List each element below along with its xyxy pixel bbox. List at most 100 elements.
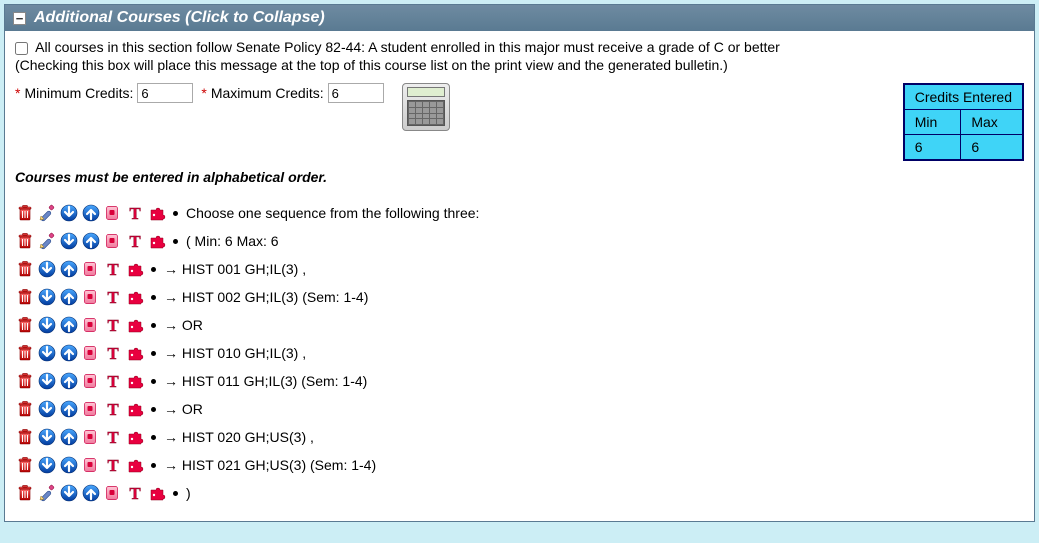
bullet-icon xyxy=(151,435,156,440)
copy-icon[interactable] xyxy=(81,287,101,307)
collapse-icon[interactable]: − xyxy=(13,12,26,25)
puzzle-icon[interactable] xyxy=(147,483,167,503)
row-text: → HIST 020 GH;US(3) , xyxy=(164,423,314,451)
arrow-down-icon[interactable] xyxy=(37,287,57,307)
arrow-up-icon[interactable] xyxy=(81,231,101,251)
puzzle-icon[interactable] xyxy=(147,231,167,251)
puzzle-icon[interactable] xyxy=(125,455,145,475)
trash-icon[interactable] xyxy=(15,203,35,223)
trash-icon[interactable] xyxy=(15,231,35,251)
text-t-icon[interactable] xyxy=(125,231,145,251)
arrow-down-icon[interactable] xyxy=(37,399,57,419)
min-credits-input[interactable] xyxy=(137,83,193,103)
row-text: → OR xyxy=(164,311,203,339)
pencil-icon[interactable] xyxy=(37,483,57,503)
puzzle-icon[interactable] xyxy=(125,371,145,391)
arrow-up-icon[interactable] xyxy=(59,287,79,307)
pencil-icon[interactable] xyxy=(37,203,57,223)
arrow-down-icon[interactable] xyxy=(59,231,79,251)
max-credits-input[interactable] xyxy=(328,83,384,103)
text-t-icon[interactable] xyxy=(125,203,145,223)
copy-icon[interactable] xyxy=(81,427,101,447)
text-t-icon[interactable] xyxy=(103,427,123,447)
arrow-up-icon[interactable] xyxy=(81,203,101,223)
course-row: → OR xyxy=(15,395,1024,423)
row-text: Choose one sequence from the following t… xyxy=(186,199,479,227)
panel-header[interactable]: − Additional Courses (Click to Collapse) xyxy=(5,5,1034,31)
copy-icon[interactable] xyxy=(103,231,123,251)
row-text: → HIST 001 GH;IL(3) , xyxy=(164,255,306,283)
calculator-icon[interactable] xyxy=(402,83,450,131)
course-rows: Choose one sequence from the following t… xyxy=(15,199,1024,507)
course-row: → HIST 011 GH;IL(3) (Sem: 1-4) xyxy=(15,367,1024,395)
arrow-up-icon[interactable] xyxy=(59,455,79,475)
bullet-icon xyxy=(173,491,178,496)
trash-icon[interactable] xyxy=(15,259,35,279)
arrow-down-icon[interactable] xyxy=(37,259,57,279)
arrow-up-icon[interactable] xyxy=(59,315,79,335)
arrow-down-icon[interactable] xyxy=(37,315,57,335)
text-t-icon[interactable] xyxy=(103,287,123,307)
text-t-icon[interactable] xyxy=(103,399,123,419)
max-credits-label: Maximum Credits: xyxy=(211,85,324,101)
arrow-up-icon[interactable] xyxy=(59,343,79,363)
course-row: → HIST 001 GH;IL(3) , xyxy=(15,255,1024,283)
alpha-order-note: Courses must be entered in alphabetical … xyxy=(15,169,1024,185)
row-toolbar xyxy=(15,371,145,391)
copy-icon[interactable] xyxy=(81,455,101,475)
text-t-icon[interactable] xyxy=(103,259,123,279)
puzzle-icon[interactable] xyxy=(125,427,145,447)
text-t-icon[interactable] xyxy=(103,455,123,475)
trash-icon[interactable] xyxy=(15,399,35,419)
trash-icon[interactable] xyxy=(15,483,35,503)
puzzle-icon[interactable] xyxy=(125,343,145,363)
policy-checkbox[interactable] xyxy=(15,42,28,55)
puzzle-icon[interactable] xyxy=(125,259,145,279)
row-toolbar xyxy=(15,287,145,307)
copy-icon[interactable] xyxy=(81,315,101,335)
copy-icon[interactable] xyxy=(103,483,123,503)
course-row: → HIST 021 GH;US(3) (Sem: 1-4) xyxy=(15,451,1024,479)
trash-icon[interactable] xyxy=(15,427,35,447)
max-credits-group: * Maximum Credits: xyxy=(201,83,383,103)
copy-icon[interactable] xyxy=(81,399,101,419)
row-toolbar xyxy=(15,343,145,363)
additional-courses-panel: − Additional Courses (Click to Collapse)… xyxy=(4,4,1035,522)
copy-icon[interactable] xyxy=(81,259,101,279)
arrow-up-icon[interactable] xyxy=(59,259,79,279)
text-t-icon[interactable] xyxy=(103,315,123,335)
arrow-down-icon[interactable] xyxy=(37,371,57,391)
trash-icon[interactable] xyxy=(15,287,35,307)
required-asterisk: * xyxy=(15,85,20,101)
text-t-icon[interactable] xyxy=(103,371,123,391)
arrow-down-icon[interactable] xyxy=(37,343,57,363)
text-t-icon[interactable] xyxy=(103,343,123,363)
pencil-icon[interactable] xyxy=(37,231,57,251)
puzzle-icon[interactable] xyxy=(125,287,145,307)
puzzle-icon[interactable] xyxy=(147,203,167,223)
arrow-down-icon[interactable] xyxy=(59,203,79,223)
trash-icon[interactable] xyxy=(15,455,35,475)
arrow-up-icon[interactable] xyxy=(59,427,79,447)
trash-icon[interactable] xyxy=(15,371,35,391)
copy-icon[interactable] xyxy=(81,371,101,391)
arrow-up-icon[interactable] xyxy=(59,399,79,419)
course-row: Choose one sequence from the following t… xyxy=(15,199,1024,227)
copy-icon[interactable] xyxy=(103,203,123,223)
bullet-icon xyxy=(173,239,178,244)
policy-label: All courses in this section follow Senat… xyxy=(35,39,780,55)
arrow-up-icon[interactable] xyxy=(59,371,79,391)
arrow-down-icon[interactable] xyxy=(37,427,57,447)
trash-icon[interactable] xyxy=(15,343,35,363)
arrow-down-icon[interactable] xyxy=(59,483,79,503)
puzzle-icon[interactable] xyxy=(125,399,145,419)
min-credits-group: * Minimum Credits: xyxy=(15,83,193,103)
arrow-down-icon[interactable] xyxy=(37,455,57,475)
trash-icon[interactable] xyxy=(15,315,35,335)
puzzle-icon[interactable] xyxy=(125,315,145,335)
text-t-icon[interactable] xyxy=(125,483,145,503)
bullet-icon xyxy=(151,267,156,272)
arrow-up-icon[interactable] xyxy=(81,483,101,503)
copy-icon[interactable] xyxy=(81,343,101,363)
row-text: → HIST 021 GH;US(3) (Sem: 1-4) xyxy=(164,451,376,479)
